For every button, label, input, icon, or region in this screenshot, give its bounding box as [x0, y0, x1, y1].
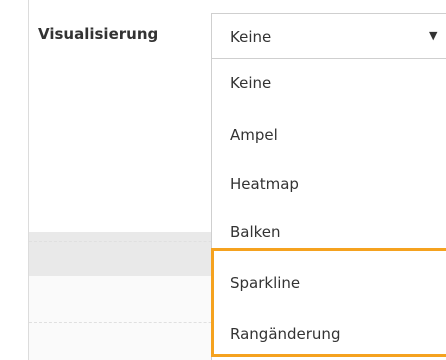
- visualization-select[interactable]: Keine ▼: [211, 13, 446, 59]
- visualization-label: Visualisierung: [38, 25, 159, 43]
- settings-panel: Visualisierung Keine ▼ Keine Ampel Heatm…: [0, 0, 446, 360]
- option-heatmap[interactable]: Heatmap: [230, 175, 299, 193]
- highlight-frame: [211, 248, 446, 357]
- option-keine[interactable]: Keine: [230, 74, 271, 92]
- caret-down-icon[interactable]: ▼: [429, 29, 437, 42]
- select-value: Keine: [230, 28, 272, 46]
- option-ampel[interactable]: Ampel: [230, 126, 278, 144]
- option-balken[interactable]: Balken: [230, 223, 281, 241]
